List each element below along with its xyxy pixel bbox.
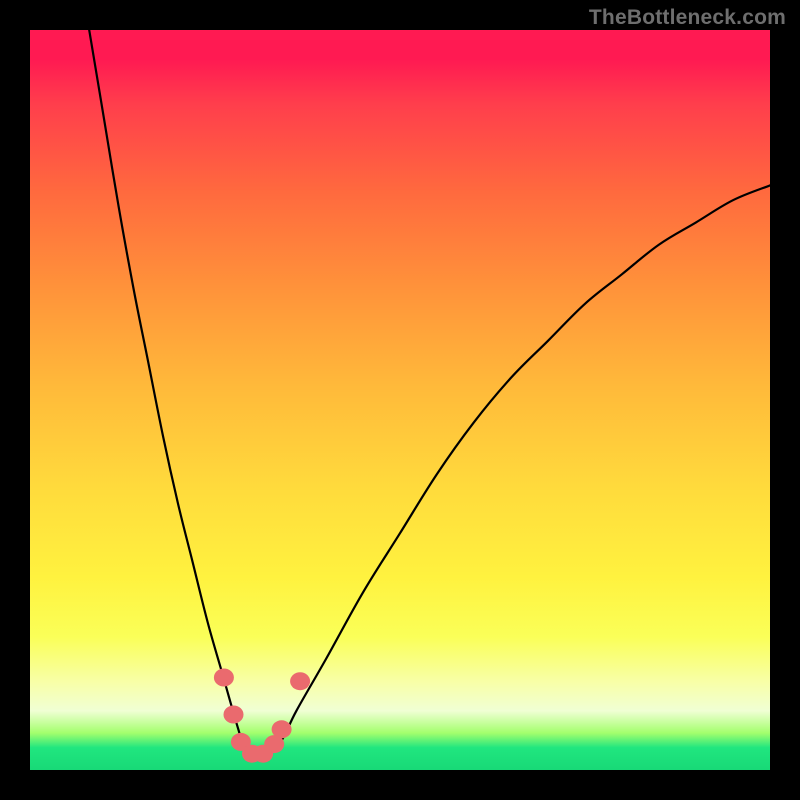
curve-marker bbox=[272, 720, 292, 738]
bottleneck-curve bbox=[89, 30, 770, 757]
curve-markers bbox=[214, 669, 310, 763]
watermark-label: TheBottleneck.com bbox=[589, 6, 786, 30]
chart-plot-area bbox=[30, 30, 770, 770]
curve-marker bbox=[290, 672, 310, 690]
bottleneck-curve-svg bbox=[30, 30, 770, 770]
curve-marker bbox=[214, 669, 234, 687]
curve-marker bbox=[224, 706, 244, 724]
chart-frame: TheBottleneck.com bbox=[0, 0, 800, 800]
